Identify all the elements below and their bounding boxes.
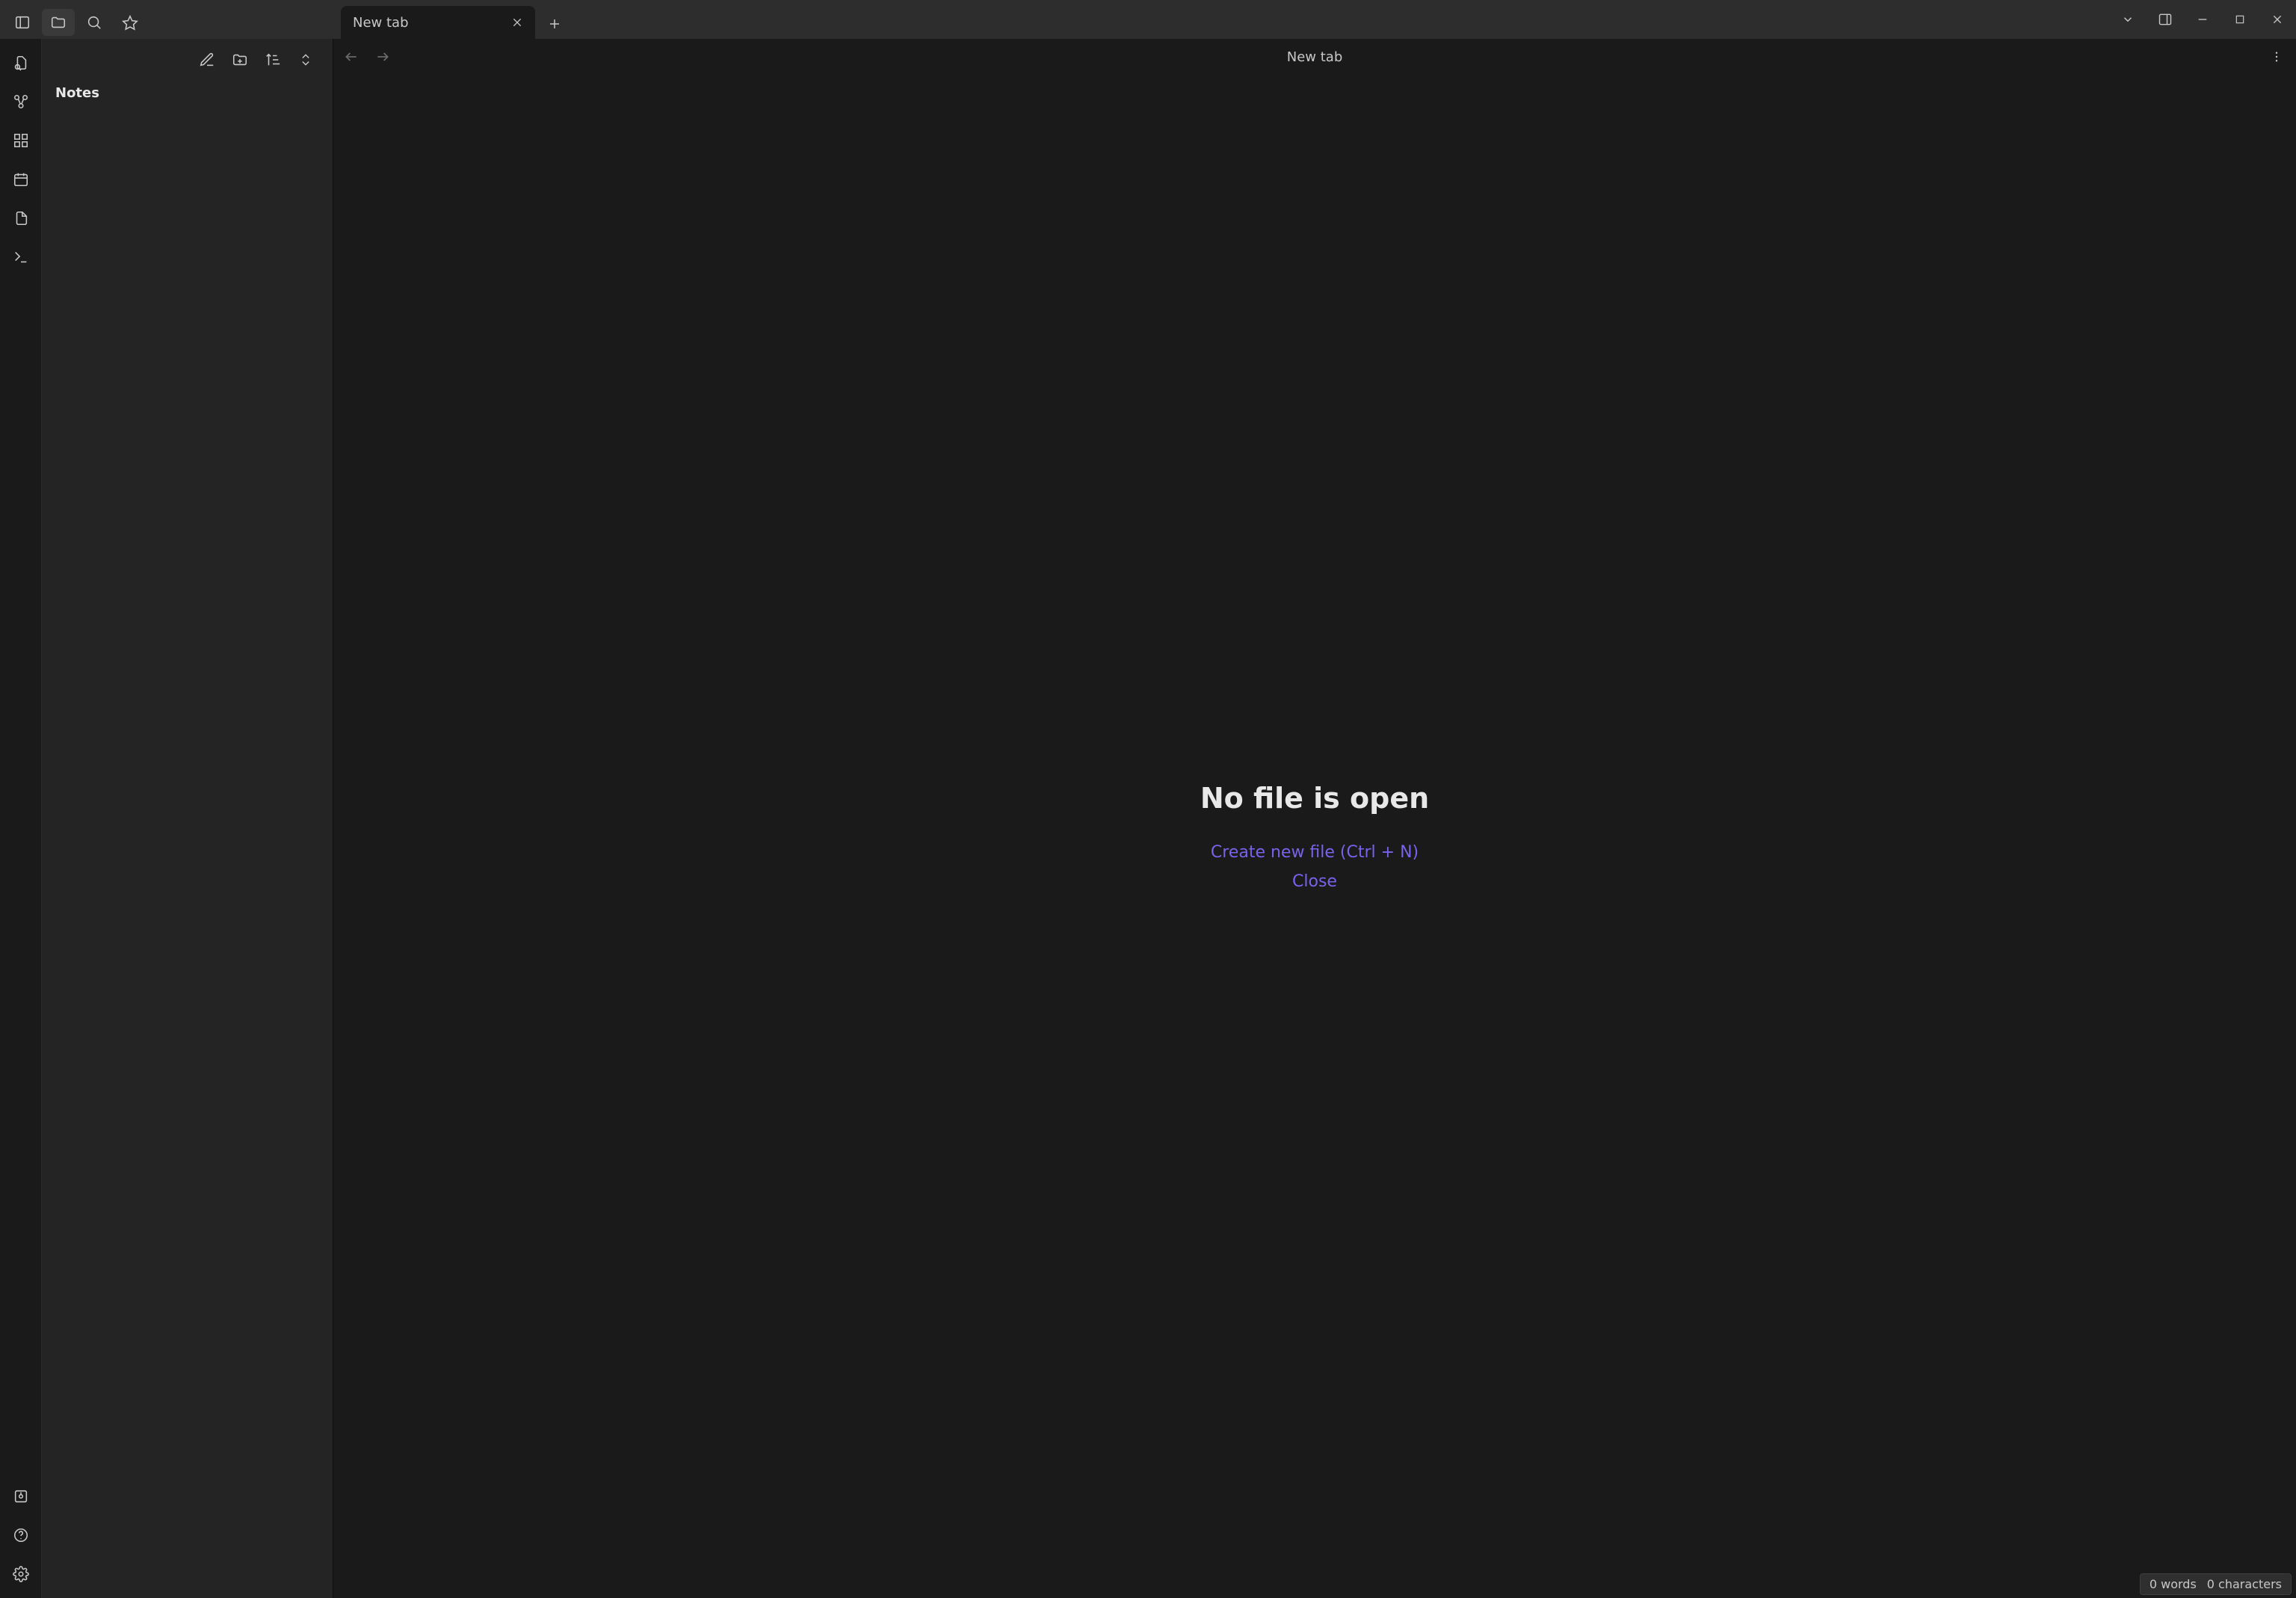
editor-body: No file is open Create new file (Ctrl + …	[333, 75, 2296, 1598]
vault-root-label[interactable]: Notes	[55, 85, 319, 101]
tab-close-button[interactable]	[507, 12, 528, 33]
tab-add-button[interactable]	[540, 9, 570, 39]
status-words[interactable]: 0 words	[2150, 1577, 2197, 1591]
nav-back-button[interactable]	[338, 43, 365, 70]
file-tree[interactable]: Notes	[42, 81, 333, 1598]
rail-graph-button[interactable]	[6, 87, 36, 117]
empty-actions: Create new file (Ctrl + N) Close	[1211, 843, 1419, 891]
tab-dropdown-button[interactable]	[2109, 0, 2147, 39]
window-controls	[2109, 0, 2296, 39]
editor-header: New tab	[333, 39, 2296, 75]
rail-vault-button[interactable]	[6, 1481, 36, 1511]
new-note-button[interactable]	[194, 46, 220, 73]
status-chars[interactable]: 0 characters	[2207, 1577, 2282, 1591]
sidebar-toolbar	[42, 39, 333, 81]
empty-title: No file is open	[1200, 782, 1429, 815]
tab-new[interactable]: New tab	[341, 6, 535, 39]
activity-rail	[0, 39, 42, 1598]
tab-label: New tab	[353, 15, 409, 31]
breadcrumb: New tab	[333, 49, 2296, 65]
window-maximize-button[interactable]	[2221, 0, 2259, 39]
window-close-button[interactable]	[2259, 0, 2296, 39]
toggle-right-panel-button[interactable]	[2147, 0, 2184, 39]
rail-bottom-group	[6, 1481, 36, 1598]
create-new-file-link[interactable]: Create new file (Ctrl + N)	[1211, 843, 1419, 862]
window-minimize-button[interactable]	[2184, 0, 2221, 39]
new-folder-button[interactable]	[226, 46, 253, 73]
search-button[interactable]	[78, 9, 111, 36]
close-tab-link[interactable]: Close	[1292, 872, 1337, 891]
favorites-button[interactable]	[114, 9, 146, 36]
editor-pane: New tab No file is open Create new file …	[333, 39, 2296, 1598]
main: Notes New tab No file is ope	[0, 39, 2296, 1598]
titlebar-left-group	[0, 0, 146, 39]
status-bar: 0 words 0 characters	[2140, 1573, 2292, 1595]
editor-more-button[interactable]	[2263, 43, 2290, 70]
rail-templates-button[interactable]	[6, 203, 36, 233]
rail-quick-switcher-button[interactable]	[6, 48, 36, 78]
nav-forward-button[interactable]	[369, 43, 396, 70]
files-button[interactable]	[42, 9, 75, 36]
rail-help-button[interactable]	[6, 1520, 36, 1550]
tab-strip: New tab	[341, 0, 2296, 39]
toggle-left-panel-button[interactable]	[6, 9, 39, 36]
rail-canvas-button[interactable]	[6, 126, 36, 155]
rail-command-button[interactable]	[6, 242, 36, 272]
file-sidebar: Notes	[42, 39, 333, 1598]
rail-calendar-button[interactable]	[6, 164, 36, 194]
titlebar: New tab	[0, 0, 2296, 39]
collapse-expand-button[interactable]	[292, 46, 319, 73]
sort-button[interactable]	[259, 46, 286, 73]
rail-settings-button[interactable]	[6, 1559, 36, 1589]
